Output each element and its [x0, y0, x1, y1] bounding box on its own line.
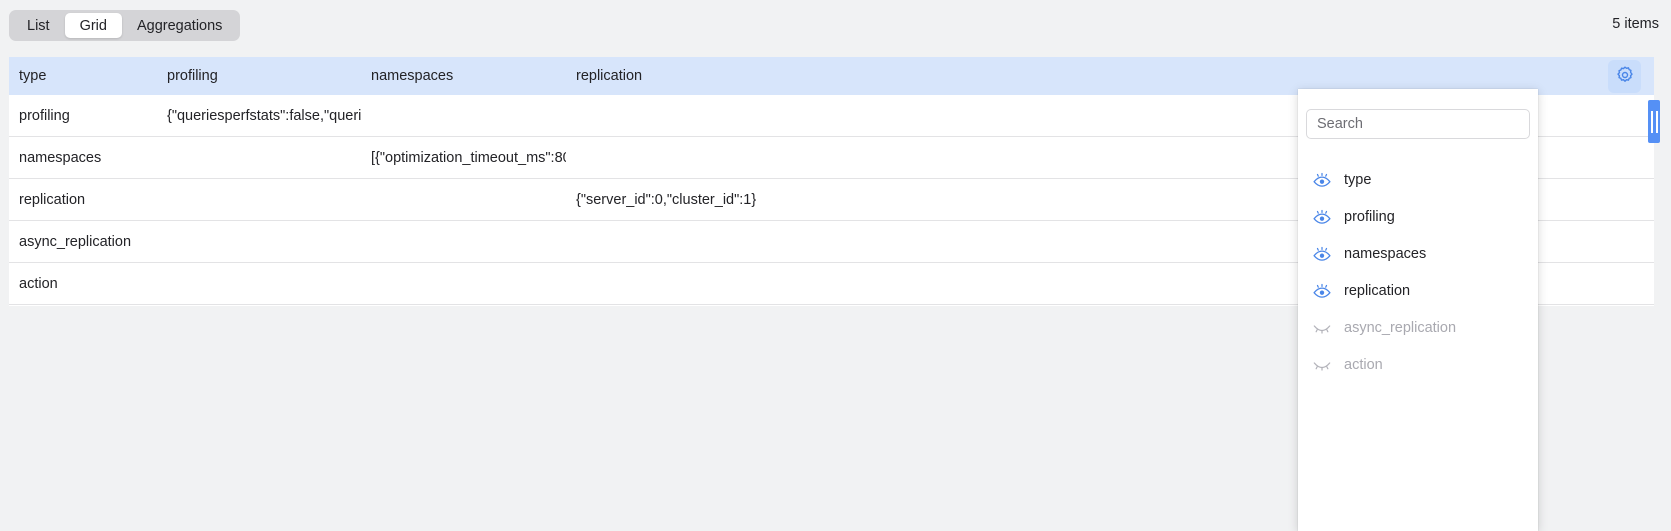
column-label: type	[1344, 171, 1372, 188]
grid-view-app: List Grid Aggregations 5 items type prof…	[0, 0, 1671, 531]
eye-off-icon	[1312, 355, 1332, 375]
view-mode-tabs: List Grid Aggregations	[9, 10, 241, 41]
cell-replication: {"server_id":0,"cluster_id":1}	[576, 191, 757, 208]
column-toggle-type[interactable]: type	[1298, 161, 1538, 198]
tab-aggregations[interactable]: Aggregations	[122, 13, 237, 38]
toolbar: List Grid Aggregations 5 items	[0, 0, 1671, 50]
column-label: replication	[1344, 282, 1411, 299]
column-label: namespaces	[1344, 245, 1427, 262]
eye-icon	[1312, 244, 1332, 264]
cell-type: action	[19, 275, 58, 292]
column-visibility-panel: type profiling	[1298, 89, 1538, 531]
cell-type: async_replication	[19, 233, 132, 250]
eye-icon	[1312, 170, 1332, 190]
vertical-scrollbar-thumb[interactable]	[1648, 100, 1660, 143]
item-count-label: 5 items	[1612, 16, 1659, 32]
search-input[interactable]	[1306, 109, 1530, 139]
eye-icon	[1312, 281, 1332, 301]
column-toggle-async-replication[interactable]: async_replication	[1298, 309, 1538, 346]
column-header-type[interactable]: type	[9, 68, 157, 84]
tab-list[interactable]: List	[12, 13, 65, 38]
eye-off-icon	[1312, 318, 1332, 338]
column-header-profiling[interactable]: profiling	[157, 68, 361, 84]
column-label: profiling	[1344, 208, 1395, 225]
column-toggle-profiling[interactable]: profiling	[1298, 198, 1538, 235]
column-visibility-list: type profiling namespaces replication as…	[1298, 161, 1538, 383]
column-toggle-namespaces[interactable]: namespaces	[1298, 235, 1538, 272]
column-header-namespaces[interactable]: namespaces	[361, 68, 566, 84]
column-label: async_replication	[1344, 319, 1457, 336]
cell-namespaces: [{"optimization_timeout_ms":80	[371, 149, 566, 166]
column-toggle-action[interactable]: action	[1298, 346, 1538, 383]
cell-profiling: {"queriesperfstats":false,"querie	[167, 107, 361, 124]
column-label: action	[1344, 356, 1383, 373]
scrollbar-grip-line	[1650, 110, 1653, 133]
cell-type: replication	[19, 191, 86, 208]
tab-grid[interactable]: Grid	[64, 13, 122, 38]
scrollbar-grip-line	[1655, 110, 1658, 133]
column-settings-button[interactable]	[1608, 60, 1641, 93]
eye-icon	[1312, 207, 1332, 227]
column-header-replication[interactable]: replication	[566, 68, 966, 84]
column-toggle-replication[interactable]: replication	[1298, 272, 1538, 309]
gear-icon	[1615, 65, 1635, 88]
cell-type: namespaces	[19, 149, 102, 166]
cell-type: profiling	[19, 107, 70, 124]
